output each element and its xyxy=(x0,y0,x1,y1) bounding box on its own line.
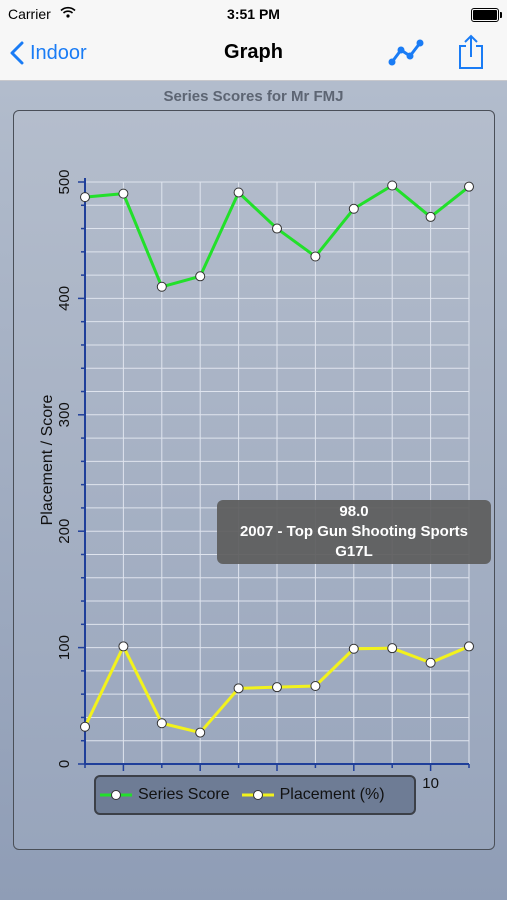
data-point-series-score xyxy=(348,203,359,214)
data-point-series-score xyxy=(156,281,167,292)
y-axis-title: Placement / Score xyxy=(39,395,56,526)
tooltip-match: 2007 - Top Gun Shooting Sports xyxy=(239,523,469,540)
data-point-placement xyxy=(80,721,90,732)
y-tick-label: 100 xyxy=(56,635,73,660)
data-point-series-score xyxy=(118,188,129,199)
data-point-series-score xyxy=(233,187,244,198)
legend-label-series-score: Series Score xyxy=(138,786,230,803)
data-point-placement xyxy=(233,683,244,694)
data-point-series-score xyxy=(464,181,474,192)
data-point-placement xyxy=(118,641,129,652)
data-point-series-score xyxy=(310,251,321,262)
data-point-tooltip: 98.0 2007 - Top Gun Shooting Sports G17L xyxy=(217,500,491,564)
data-point-placement xyxy=(272,682,282,693)
data-point-series-score xyxy=(272,223,282,234)
data-point-placement xyxy=(387,643,398,654)
legend-marker-placement xyxy=(241,790,274,800)
legend-label-placement: Placement (%) xyxy=(279,786,385,803)
legend-item-series-score: Series Score xyxy=(100,786,230,804)
data-point-placement xyxy=(195,727,206,738)
data-point-placement xyxy=(464,641,474,652)
line-chart: 0100200300400500246810MatchPlacement / S… xyxy=(39,169,474,810)
legend-item-placement: Placement (%) xyxy=(241,786,385,804)
data-point-placement xyxy=(310,681,321,692)
y-tick-label: 0 xyxy=(56,760,73,768)
legend-marker-series-score xyxy=(100,790,132,800)
x-tick-label: 10 xyxy=(422,775,439,792)
data-point-series-score xyxy=(80,192,90,203)
tooltip-value: 98.0 xyxy=(339,503,369,520)
tooltip-gun: G17L xyxy=(335,543,373,560)
y-tick-label: 200 xyxy=(56,519,73,544)
data-point-series-score xyxy=(425,211,436,222)
data-point-series-score xyxy=(195,271,206,282)
y-tick-label: 400 xyxy=(56,286,73,311)
chart-legend: Series Score Placement (%) xyxy=(94,775,416,815)
data-point-placement xyxy=(156,718,167,729)
data-point-placement xyxy=(348,643,359,654)
data-point-series-score xyxy=(387,180,398,191)
y-tick-label: 500 xyxy=(56,169,73,194)
data-point-placement xyxy=(425,657,436,668)
y-tick-label: 300 xyxy=(56,402,73,427)
